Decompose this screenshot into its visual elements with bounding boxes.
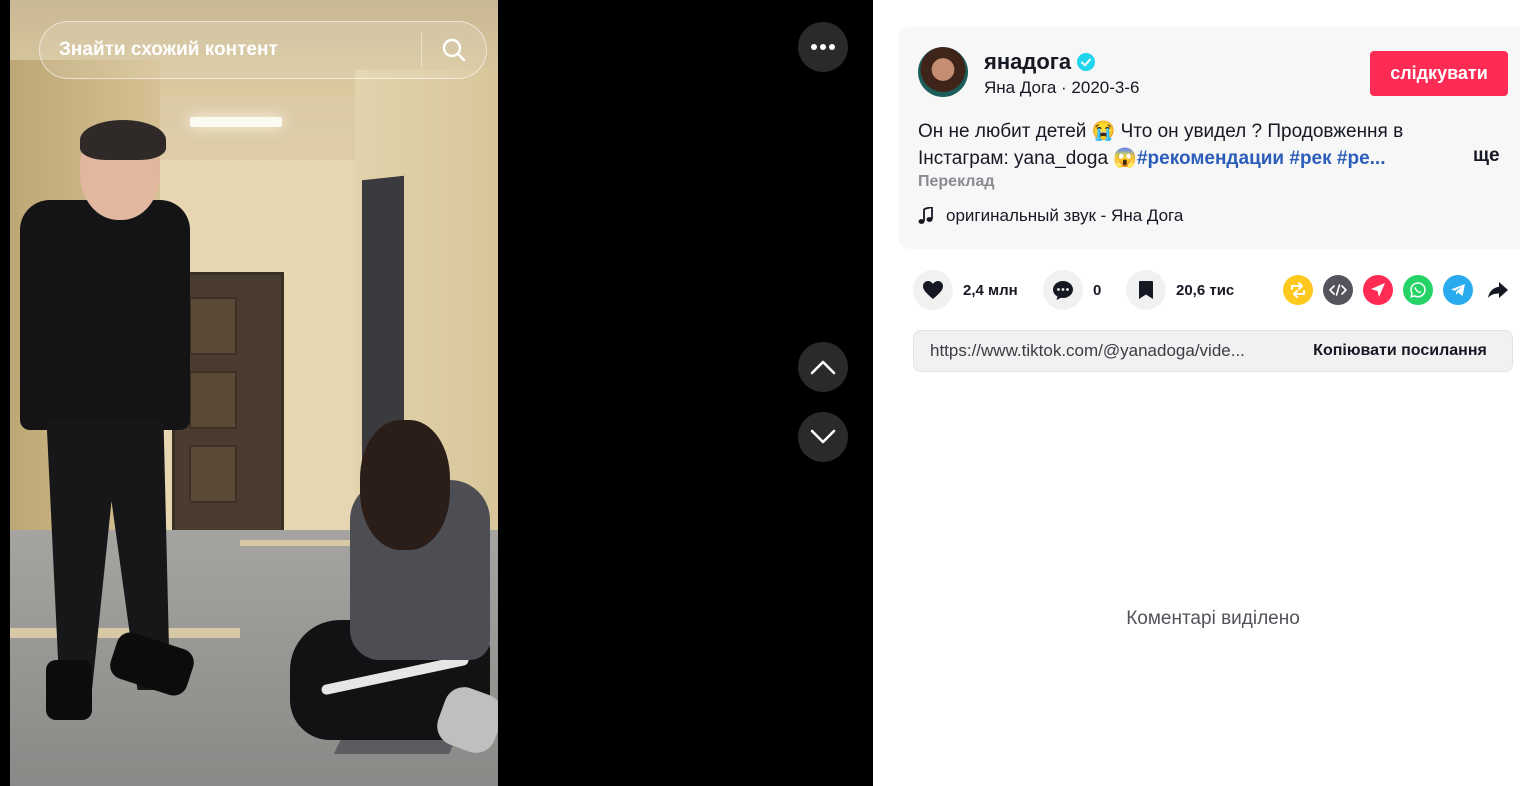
chevron-up-icon xyxy=(810,360,836,375)
comment-count: 0 xyxy=(1093,281,1102,299)
similar-content-search[interactable]: Знайти схожий контент xyxy=(39,21,487,79)
avatar[interactable] xyxy=(918,47,968,97)
like-count: 2,4 млн xyxy=(963,281,1018,299)
author-subline: Яна Дога · 2020-3-6 xyxy=(984,78,1140,97)
video-frame[interactable]: Знайти схожий контент xyxy=(10,0,498,786)
telegram-icon[interactable] xyxy=(1443,275,1473,305)
ceiling-light xyxy=(190,117,282,127)
more-button[interactable]: ще xyxy=(1473,145,1500,167)
save-button[interactable]: 20,6 тис xyxy=(1126,270,1234,310)
share-link-box: https://www.tiktok.com/@yanadoga/vide...… xyxy=(913,330,1513,372)
more-options-button[interactable] xyxy=(798,22,848,72)
tiktok-video-page: Знайти схожий контент янадога Яна Дога ·… xyxy=(0,0,1520,786)
comments-disabled-text: Коментарі виділено xyxy=(1126,608,1300,629)
woman-figure xyxy=(290,420,498,760)
bookmark-icon xyxy=(1139,281,1153,299)
man-figure xyxy=(20,120,198,720)
next-video-button[interactable] xyxy=(798,412,848,462)
copy-link-button[interactable]: Копіювати посилання xyxy=(1288,342,1512,360)
author-display-name: Яна Дога xyxy=(984,78,1057,97)
like-button[interactable]: 2,4 млн xyxy=(913,270,1018,310)
search-icon[interactable] xyxy=(422,21,486,79)
embed-icon[interactable] xyxy=(1323,275,1353,305)
comment-icon xyxy=(1053,280,1073,300)
action-bar: 2,4 млн 0 20,6 тис xyxy=(913,270,1513,310)
previous-video-button[interactable] xyxy=(798,342,848,392)
video-description: Он не любит детей 😭 Что он увидел ? Прод… xyxy=(918,121,1404,169)
verified-badge-icon xyxy=(1077,53,1096,71)
hashtags[interactable]: #рекомендации #рек #ре... xyxy=(1137,148,1386,169)
author-card: янадога Яна Дога · 2020-3-6 слідкувати О… xyxy=(898,27,1520,249)
video-url[interactable]: https://www.tiktok.com/@yanadoga/vide... xyxy=(914,341,1288,361)
video-player-area: Знайти схожий контент xyxy=(0,0,873,786)
music-link[interactable]: оригинальный звук - Яна Дога xyxy=(918,206,1183,226)
music-label: оригинальный звук - Яна Дога xyxy=(946,206,1184,225)
comment-button[interactable]: 0 xyxy=(1043,270,1101,310)
more-dots-icon xyxy=(811,44,835,50)
author-username[interactable]: янадога xyxy=(984,49,1096,75)
video-info-panel: янадога Яна Дога · 2020-3-6 слідкувати О… xyxy=(873,0,1520,786)
follow-button[interactable]: слідкувати xyxy=(1370,51,1508,96)
chevron-down-icon xyxy=(810,429,836,444)
whatsapp-icon[interactable] xyxy=(1403,275,1433,305)
similar-search-label: Знайти схожий контент xyxy=(59,39,278,60)
save-count: 20,6 тис xyxy=(1176,281,1235,299)
send-icon[interactable] xyxy=(1363,275,1393,305)
post-date: 2020-3-6 xyxy=(1071,78,1140,97)
heart-icon xyxy=(923,281,943,299)
translate-button[interactable]: Переклад xyxy=(918,173,995,191)
repost-icon[interactable] xyxy=(1283,275,1313,305)
share-arrow-icon[interactable] xyxy=(1483,275,1513,305)
music-note-icon xyxy=(918,207,933,224)
